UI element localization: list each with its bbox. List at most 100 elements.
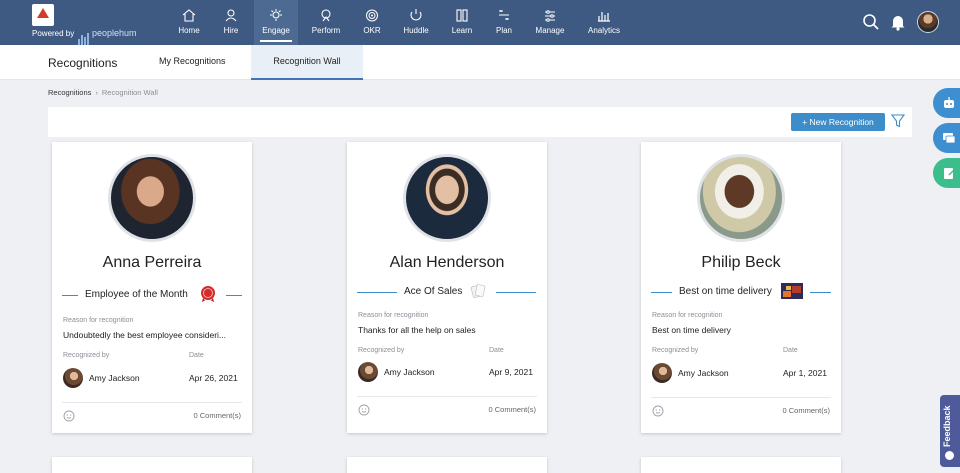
award-line-right: [496, 292, 536, 293]
nav-home[interactable]: Home: [172, 0, 206, 45]
award-row: Best on time delivery: [641, 283, 841, 301]
peoplehum-bars-icon: [78, 27, 90, 45]
on-time-delivery-badge-icon: [781, 283, 803, 299]
award-row: Ace Of Sales: [347, 284, 547, 301]
page-title: Recognitions: [48, 56, 118, 70]
reason-label: Reason for recognition: [63, 317, 134, 324]
nav-learn-label: Learn: [451, 26, 473, 35]
nav-home-label: Home: [178, 26, 200, 35]
comments-count[interactable]: 0 Comment(s): [488, 405, 536, 414]
recognizer-name: Amy Jackson: [678, 368, 729, 378]
engage-icon: [270, 9, 282, 21]
analytics-icon: [598, 12, 610, 22]
recognized-by-label: Recognized by: [652, 347, 699, 354]
recognition-card[interactable]: Anna Perreira Employee of the Month Reas…: [52, 142, 252, 433]
recognition-card[interactable]: Alan Henderson Ace Of Sales Reason for r…: [347, 142, 547, 433]
recipient-name: Alan Henderson: [389, 254, 505, 271]
nav-analytics-label: Analytics: [587, 26, 620, 35]
recognition-date: Apr 9, 2021: [489, 367, 533, 377]
breadcrumb-root[interactable]: Recognitions: [48, 88, 91, 97]
recognition-date: Apr 26, 2021: [189, 373, 238, 383]
employee-of-month-badge-icon: [201, 286, 215, 302]
recipient-photo: [108, 154, 196, 242]
perform-icon: [321, 9, 331, 22]
nav-analytics[interactable]: Analytics: [584, 0, 624, 45]
award-line-right: [226, 295, 242, 296]
award-line-right: [810, 292, 831, 293]
new-recognition-button[interactable]: + New Recognition: [791, 113, 885, 131]
reason-label: Reason for recognition: [652, 312, 723, 319]
home-icon: [182, 9, 196, 22]
recognition-card-next-row[interactable]: [641, 457, 841, 473]
powered-by-text: Powered by: [32, 29, 75, 38]
huddle-icon: [410, 9, 422, 21]
nav-huddle-label: Huddle: [403, 26, 429, 35]
manage-icon: [545, 10, 555, 22]
comments-count[interactable]: 0 Comment(s): [782, 406, 830, 415]
breadcrumb: Recognitions › Recognition Wall: [48, 88, 158, 97]
search-icon[interactable]: [861, 12, 881, 32]
nav-huddle[interactable]: Huddle: [400, 0, 432, 45]
filter-icon[interactable]: [891, 114, 905, 128]
nav-plan[interactable]: Plan: [490, 0, 518, 45]
add-reaction-icon[interactable]: [358, 404, 370, 416]
recipient-name: Philip Beck: [701, 254, 781, 271]
recipient-name: Anna Perreira: [102, 254, 202, 271]
nav-perform-label: Perform: [311, 26, 341, 35]
plan-icon: [499, 10, 509, 20]
card-divider: [62, 402, 242, 403]
peoplehum-name: peoplehum: [92, 28, 137, 38]
nav-learn[interactable]: Learn: [448, 0, 476, 45]
award-row: Employee of the Month: [52, 286, 252, 304]
nav-engage[interactable]: Engage: [254, 0, 298, 45]
recognition-card[interactable]: Philip Beck Best on time delivery Reason…: [641, 142, 841, 433]
notification-bell-icon[interactable]: [888, 12, 908, 32]
learn-icon: [456, 9, 468, 22]
recognition-date: Apr 1, 2021: [783, 368, 827, 378]
brand[interactable]: Powered by peoplehum: [32, 4, 142, 45]
recognized-by-label: Recognized by: [358, 347, 405, 354]
add-reaction-icon[interactable]: [63, 410, 75, 422]
nav-manage[interactable]: Manage: [532, 0, 568, 45]
nav-perform[interactable]: Perform: [308, 0, 344, 45]
award-line-left: [357, 292, 397, 293]
ace-of-sales-badge-icon: [470, 284, 486, 298]
recognizer-name: Amy Jackson: [89, 373, 140, 383]
reason-text: Undoubtedly the best employee consideri.…: [63, 330, 227, 340]
nav-manage-label: Manage: [535, 26, 565, 35]
wall-toolbar: + New Recognition: [48, 107, 912, 137]
nav-okr[interactable]: OKR: [358, 0, 386, 45]
comments-count[interactable]: 0 Comment(s): [193, 411, 241, 420]
recipient-photo: [697, 154, 785, 242]
sub-navigation: Recognitions My Recognitions Recognition…: [0, 45, 960, 80]
feedback-label: Feedback: [942, 405, 952, 447]
tab-my-recognitions[interactable]: My Recognitions: [149, 45, 236, 80]
award-line-left: [62, 295, 78, 296]
task-button[interactable]: [933, 158, 960, 188]
card-divider: [357, 396, 537, 397]
nav-hire-label: Hire: [223, 26, 239, 35]
award-line-left: [651, 292, 672, 293]
peoplehum-logo: peoplehum: [78, 26, 148, 45]
award-title: Ace Of Sales: [404, 286, 463, 297]
okr-icon: [366, 9, 378, 22]
recognition-card-next-row[interactable]: [52, 457, 252, 473]
reason-text: Thanks for all the help on sales: [358, 325, 476, 335]
user-avatar[interactable]: [917, 11, 939, 33]
feedback-icon: [945, 451, 954, 460]
nav-engage-label: Engage: [262, 26, 290, 35]
chat-button[interactable]: [933, 123, 960, 153]
tab-recognition-wall[interactable]: Recognition Wall: [251, 45, 363, 80]
recognizer-avatar: [358, 362, 378, 382]
breadcrumb-current: Recognition Wall: [101, 88, 158, 97]
nav-hire[interactable]: Hire: [216, 0, 246, 45]
award-title: Employee of the Month: [85, 289, 188, 300]
recognizer-name: Amy Jackson: [384, 367, 435, 377]
recognizer-avatar: [63, 368, 83, 388]
feedback-tab[interactable]: Feedback: [940, 395, 960, 467]
date-label: Date: [783, 347, 798, 354]
add-reaction-icon[interactable]: [652, 405, 664, 417]
recognition-card-next-row[interactable]: [347, 457, 547, 473]
chatbot-button[interactable]: [933, 88, 960, 118]
company-logo: [32, 4, 54, 26]
